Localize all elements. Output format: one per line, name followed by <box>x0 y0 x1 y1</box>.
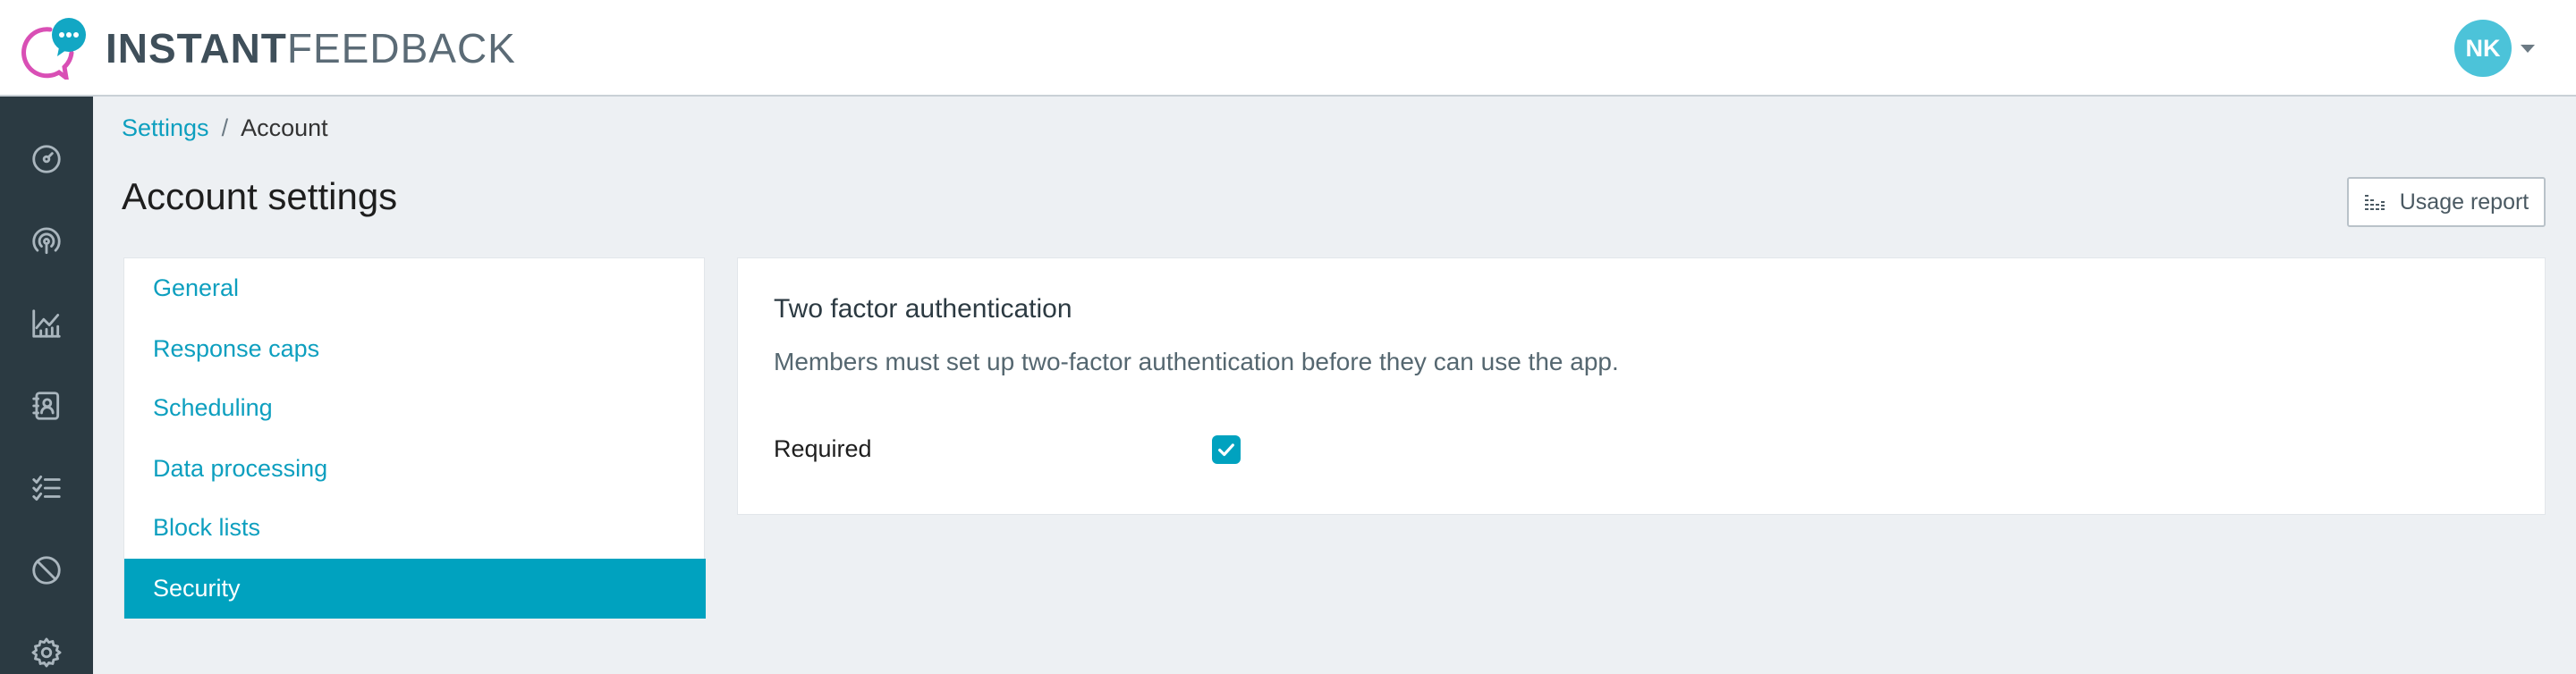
logo-chat-icon <box>21 18 86 80</box>
menu-item-response-caps[interactable]: Response caps <box>124 319 706 379</box>
page-title: Account settings <box>122 175 398 217</box>
checklist-icon[interactable] <box>27 468 66 508</box>
settings-menu: General Response caps Scheduling Data pr… <box>123 257 706 619</box>
card-description: Members must set up two-factor authentic… <box>774 348 1619 375</box>
breadcrumb-separator: / <box>221 114 229 141</box>
required-label: Required <box>774 435 872 462</box>
card-title: Two factor authentication <box>774 294 1072 324</box>
menu-item-data-processing[interactable]: Data processing <box>124 439 706 499</box>
user-menu[interactable]: NK <box>2454 20 2535 77</box>
breadcrumb-current: Account <box>241 114 328 141</box>
two-factor-card: Two factor authentication Members must s… <box>737 257 2546 515</box>
usage-report-label: Usage report <box>2399 189 2529 215</box>
menu-item-general[interactable]: General <box>124 258 706 318</box>
usage-report-button[interactable]: Usage report <box>2347 177 2546 227</box>
brand-logo[interactable]: INSTANTFEEDBACK <box>20 18 516 80</box>
contacts-icon[interactable] <box>27 386 66 425</box>
brand-name-bold: INSTANT <box>106 25 287 72</box>
chevron-down-icon[interactable] <box>2521 44 2535 53</box>
gear-icon[interactable] <box>27 633 66 672</box>
broadcast-icon[interactable] <box>27 222 66 261</box>
sidebar <box>0 97 93 674</box>
analytics-icon[interactable] <box>27 304 66 343</box>
menu-item-block-lists[interactable]: Block lists <box>124 498 706 558</box>
top-bar: INSTANTFEEDBACK NK <box>0 0 2576 97</box>
dashboard-icon[interactable] <box>27 139 66 179</box>
checkmark-icon <box>1218 443 1234 457</box>
brand-name: INSTANTFEEDBACK <box>106 24 516 72</box>
avatar[interactable]: NK <box>2454 20 2512 77</box>
breadcrumb-settings-link[interactable]: Settings <box>122 114 209 141</box>
report-icon <box>2364 195 2385 210</box>
brand-name-light: FEEDBACK <box>286 25 516 72</box>
menu-item-security[interactable]: Security <box>124 559 706 619</box>
required-checkbox[interactable] <box>1212 435 1241 464</box>
blocked-icon[interactable] <box>27 551 66 590</box>
breadcrumb: Settings / Account <box>122 114 328 142</box>
menu-item-scheduling[interactable]: Scheduling <box>124 378 706 438</box>
